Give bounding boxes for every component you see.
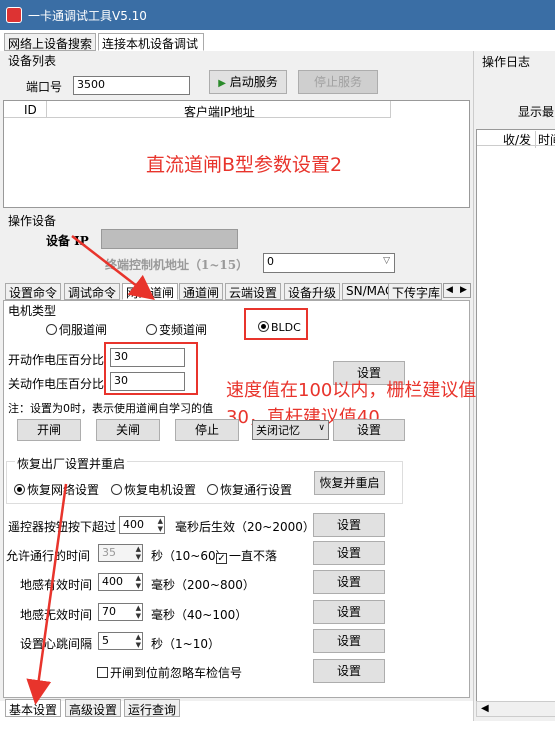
arrow-to-basic-settings: [26, 483, 68, 705]
arrow-to-lan-gate-tab: [71, 235, 155, 301]
annotation-arrows: [26, 235, 155, 705]
